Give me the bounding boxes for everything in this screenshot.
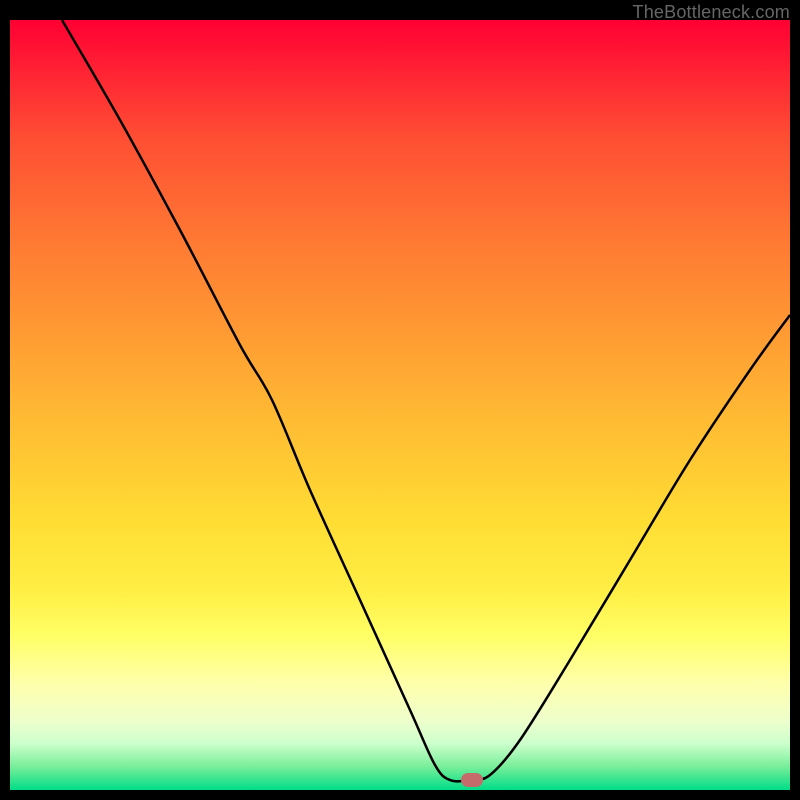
curve-svg: [10, 20, 790, 790]
optimal-marker: [461, 773, 483, 787]
bottleneck-curve: [62, 20, 790, 781]
plot-area: [10, 20, 790, 790]
chart-container: TheBottleneck.com: [0, 0, 800, 800]
